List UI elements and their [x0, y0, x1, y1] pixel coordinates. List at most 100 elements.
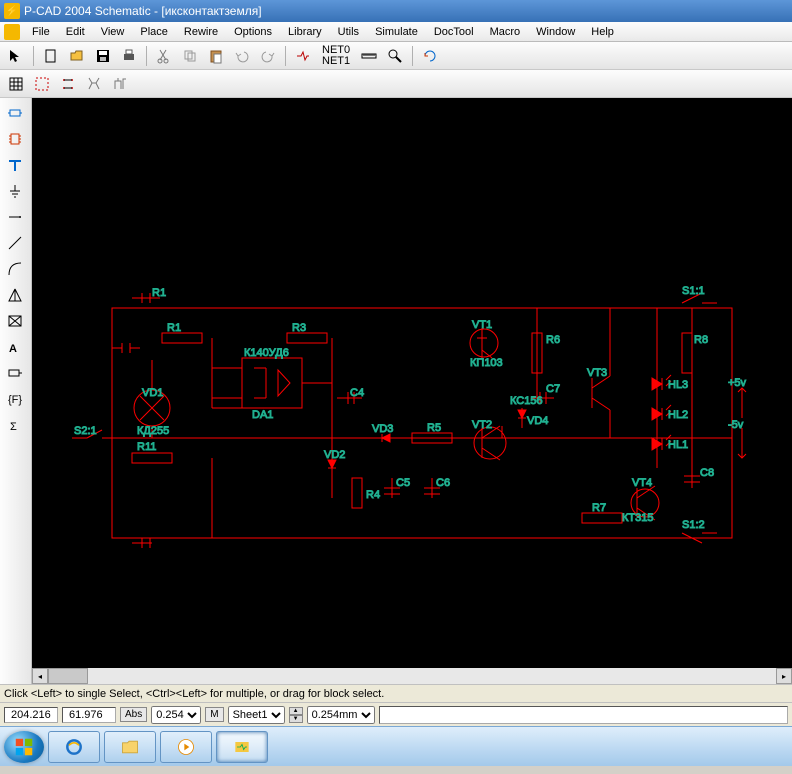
grid-toggle[interactable]	[4, 72, 28, 96]
place-toolbar: A {F} Σ	[0, 98, 32, 684]
label-da1: DA1	[252, 409, 273, 421]
label-r1b: R1	[167, 322, 181, 334]
titlebar: ⚡ P-CAD 2004 Schematic - [иксконтактземл…	[0, 0, 792, 22]
ground-icon[interactable]	[2, 180, 28, 202]
arc-icon[interactable]	[2, 258, 28, 280]
scroll-thumb[interactable]	[48, 668, 88, 684]
snap-button[interactable]	[56, 72, 80, 96]
menu-simulate[interactable]: Simulate	[367, 24, 426, 40]
menu-macro[interactable]: Macro	[482, 24, 529, 40]
menu-place[interactable]: Place	[132, 24, 176, 40]
reflect-icon[interactable]	[2, 284, 28, 306]
pin-icon[interactable]	[2, 206, 28, 228]
menu-edit[interactable]: Edit	[58, 24, 93, 40]
label-vt4-part: КТ315	[622, 512, 653, 524]
scrollbar-horizontal[interactable]: ◂ ▸	[32, 668, 792, 684]
m-button[interactable]: M	[205, 707, 223, 722]
schematic-svg: R1 R1 R3 К140УД6 DA1 VD1 КД255 R11 C4 VD…	[32, 98, 792, 684]
label-vt2: VT2	[472, 419, 492, 431]
menu-utils[interactable]: Utils	[330, 24, 367, 40]
grid-select[interactable]: 0.254	[151, 706, 201, 724]
menu-help[interactable]: Help	[583, 24, 622, 40]
workspace: A {F} Σ	[0, 98, 792, 684]
label-r7: R7	[592, 502, 606, 514]
statusbar: Click <Left> to single Select, <Ctrl><Le…	[0, 684, 792, 702]
t-connect-icon[interactable]	[2, 154, 28, 176]
taskbar-media[interactable]	[160, 731, 212, 763]
select-tool[interactable]	[4, 44, 28, 68]
label-vd1-part: КД255	[137, 425, 169, 437]
label-vt1: VT1	[472, 319, 492, 331]
place-part-icon[interactable]	[2, 102, 28, 124]
label-r6: R6	[546, 334, 560, 346]
undo-button[interactable]	[230, 44, 254, 68]
start-button[interactable]	[4, 731, 44, 763]
menu-options[interactable]: Options	[226, 24, 280, 40]
doc-icon	[4, 24, 20, 40]
taskbar-explorer[interactable]	[104, 731, 156, 763]
schematic-canvas[interactable]: R1 R1 R3 К140УД6 DA1 VD1 КД255 R11 C4 VD…	[32, 98, 792, 684]
label-hl3: HL3	[668, 379, 688, 391]
scroll-right-icon[interactable]: ▸	[776, 668, 792, 684]
label-s1: S1:1	[682, 285, 705, 297]
save-button[interactable]	[91, 44, 115, 68]
refresh-button[interactable]	[418, 44, 442, 68]
measure-button[interactable]	[357, 44, 381, 68]
units-select[interactable]: 0.254mm	[307, 706, 375, 724]
label-r8: R8	[694, 334, 708, 346]
part-button[interactable]	[82, 72, 106, 96]
brace-icon[interactable]: {F}	[2, 388, 28, 410]
open-button[interactable]	[65, 44, 89, 68]
label-c8: C8	[700, 467, 714, 479]
taskbar-pcad[interactable]	[216, 731, 268, 763]
menu-file[interactable]: File	[24, 24, 58, 40]
menu-doctool[interactable]: DocTool	[426, 24, 482, 40]
redo-button[interactable]	[256, 44, 280, 68]
component-button[interactable]	[108, 72, 132, 96]
net0-label: NET0	[322, 45, 350, 56]
label-r5: R5	[427, 422, 441, 434]
sheet-select[interactable]: Sheet1	[228, 706, 285, 724]
abs-button[interactable]: Abs	[120, 707, 147, 722]
label-vt4: VT4	[632, 477, 652, 489]
window-title: P-CAD 2004 Schematic - [иксконтактземля]	[24, 4, 262, 18]
taskbar-ie[interactable]	[48, 731, 100, 763]
cut-button[interactable]	[152, 44, 176, 68]
print-button[interactable]	[117, 44, 141, 68]
label-c6: C6	[436, 477, 450, 489]
netlist-button[interactable]: NET0NET1	[317, 44, 355, 68]
app-icon: ⚡	[4, 3, 20, 19]
zoom-button[interactable]	[383, 44, 407, 68]
label-r1: R1	[152, 287, 166, 299]
ic-icon[interactable]	[2, 128, 28, 150]
sheet-select-button[interactable]	[30, 72, 54, 96]
label-da1-part: К140УД6	[244, 347, 289, 359]
label-c5: C5	[396, 477, 410, 489]
sheet-spinner[interactable]: ▲▼	[289, 707, 303, 723]
box-icon[interactable]	[2, 310, 28, 332]
coord-y: 61.976	[62, 707, 116, 723]
text-icon[interactable]: A	[2, 336, 28, 358]
label-sw2: S2:1	[74, 425, 97, 437]
svg-text:A: A	[9, 343, 17, 355]
label-r3: R3	[292, 322, 306, 334]
command-field[interactable]	[379, 706, 788, 724]
windows-taskbar	[0, 726, 792, 766]
menu-window[interactable]: Window	[528, 24, 583, 40]
line-icon[interactable]	[2, 232, 28, 254]
label-vd1: VD1	[142, 387, 163, 399]
label-p5v: +5v	[728, 377, 747, 389]
label-n5v: -5v	[728, 419, 744, 431]
paste-button[interactable]	[204, 44, 228, 68]
menu-rewire[interactable]: Rewire	[176, 24, 226, 40]
net-tool[interactable]	[291, 44, 315, 68]
copy-button[interactable]	[178, 44, 202, 68]
coord-bar: 204.216 61.976 Abs 0.254 M Sheet1 ▲▼ 0.2…	[0, 702, 792, 726]
sigma-icon[interactable]: Σ	[2, 414, 28, 436]
menu-view[interactable]: View	[93, 24, 133, 40]
menu-library[interactable]: Library	[280, 24, 330, 40]
wire-icon[interactable]	[2, 362, 28, 384]
label-vt1-part: КП103	[470, 357, 503, 369]
new-button[interactable]	[39, 44, 63, 68]
scroll-left-icon[interactable]: ◂	[32, 668, 48, 684]
